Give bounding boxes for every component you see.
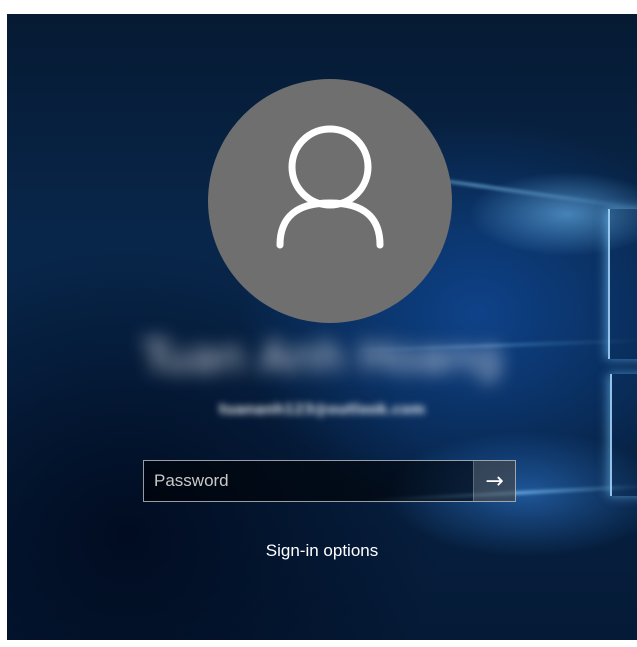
- user-email: tuananh123@outlook.com: [218, 402, 426, 418]
- user-display-name: Tuan Anh Hoang: [142, 332, 502, 383]
- background-window-pane: [610, 374, 637, 496]
- password-input[interactable]: [144, 461, 474, 501]
- user-silhouette-icon: [276, 125, 384, 249]
- lock-screen: Tuan Anh Hoang tuananh123@outlook.com → …: [7, 14, 637, 640]
- sign-in-options-link[interactable]: Sign-in options: [7, 541, 637, 561]
- password-field: →: [143, 460, 516, 502]
- avatar: [208, 79, 452, 323]
- arrow-right-icon: →: [485, 468, 504, 494]
- submit-password-button[interactable]: →: [473, 461, 515, 501]
